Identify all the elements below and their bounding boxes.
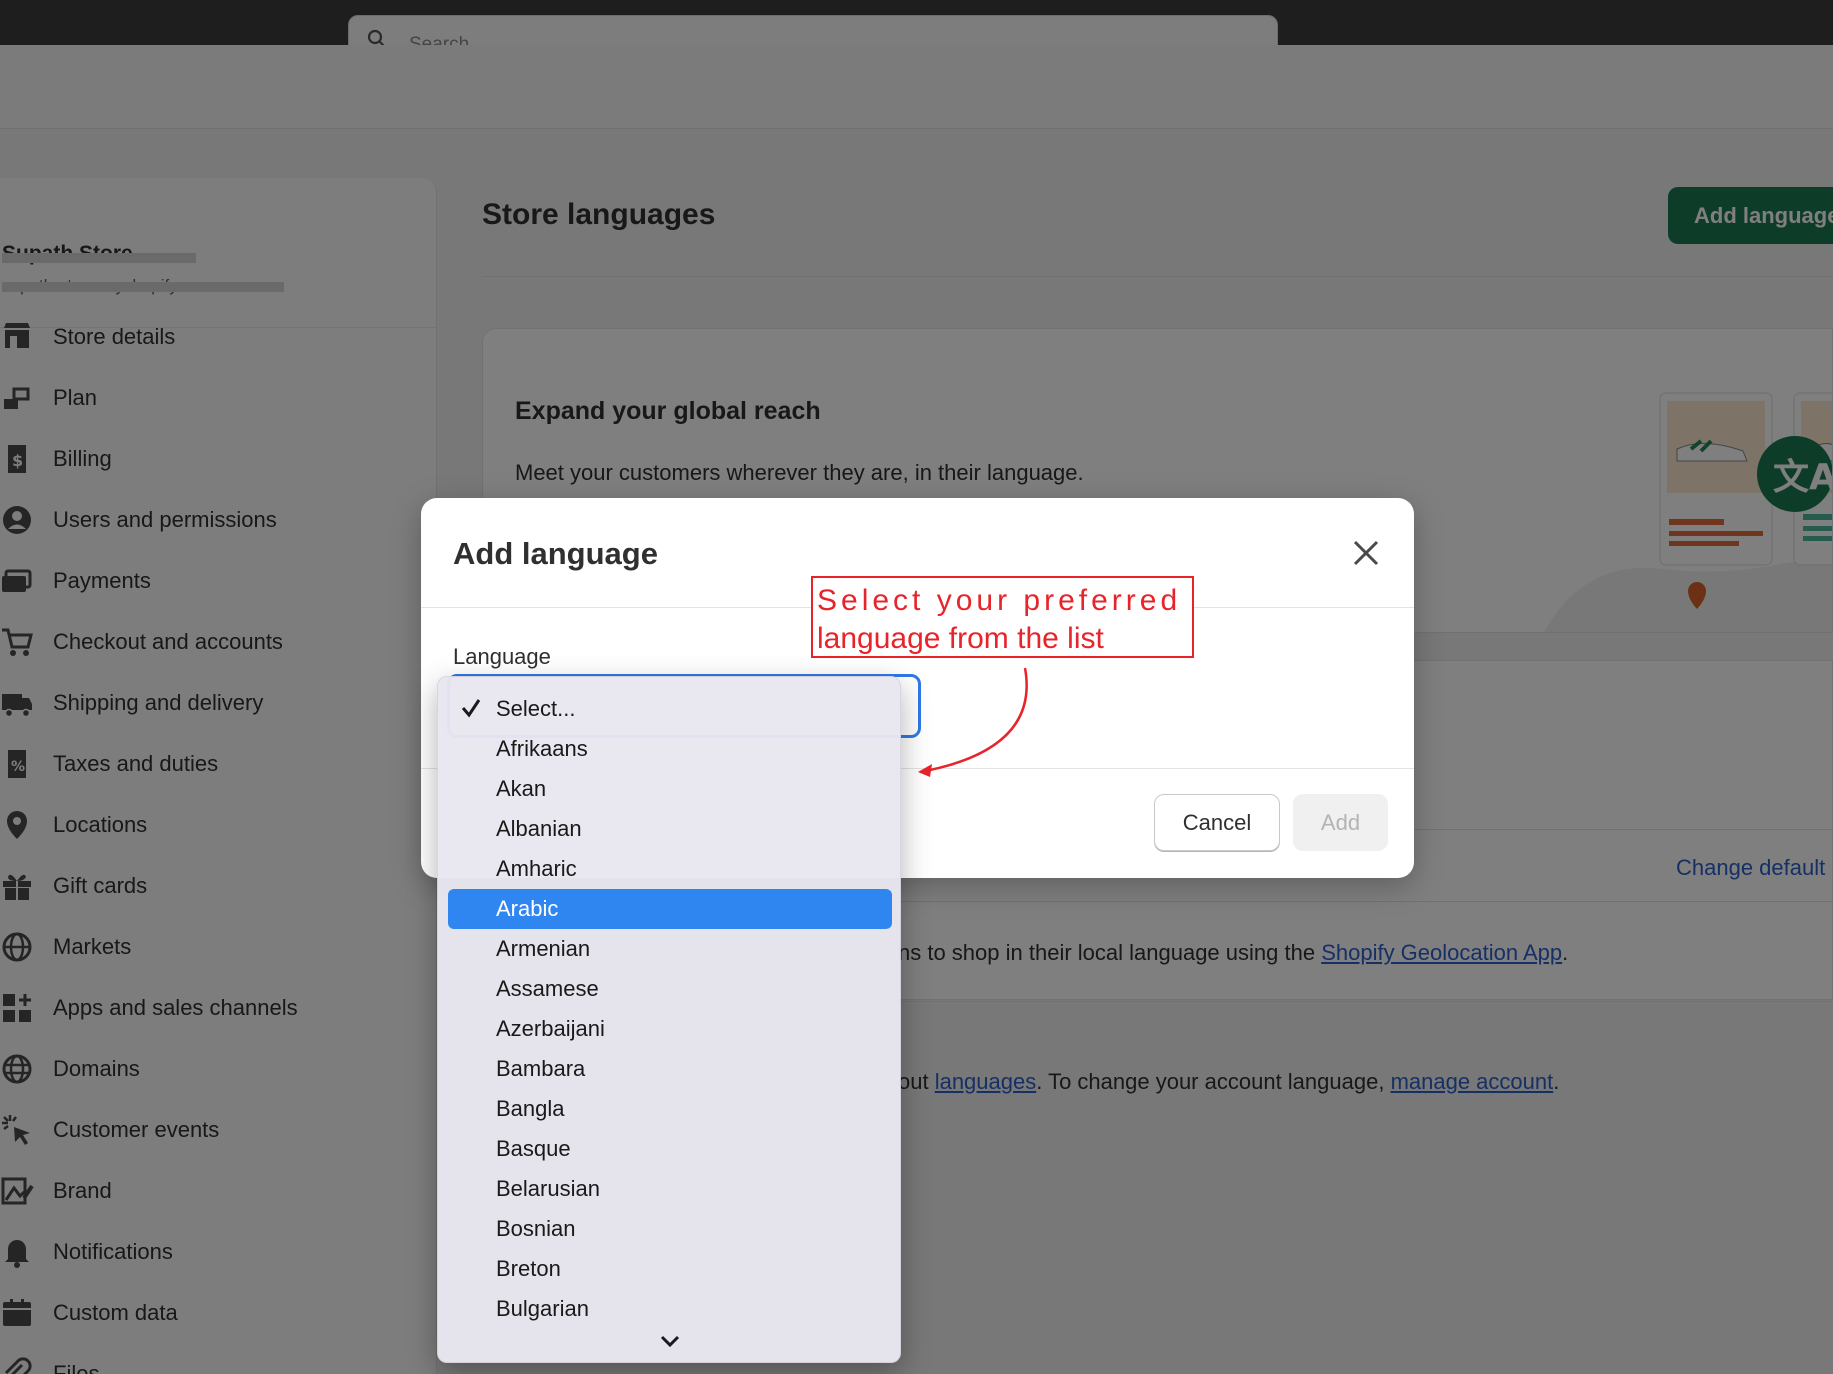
annotation-callout: Select your preferred language from the … [811, 576, 1194, 658]
language-field-label: Language [453, 644, 551, 669]
chevron-down-icon[interactable] [656, 1331, 684, 1351]
dropdown-option[interactable]: Bosnian [448, 1209, 892, 1249]
dropdown-option[interactable]: Amharic [448, 849, 892, 889]
cancel-button[interactable]: Cancel [1154, 794, 1280, 851]
dropdown-option[interactable]: Select... [448, 689, 892, 729]
dropdown-option[interactable]: Assamese [448, 969, 892, 1009]
dropdown-option[interactable]: Akan [448, 769, 892, 809]
dropdown-option[interactable]: Albanian [448, 809, 892, 849]
close-icon[interactable] [1347, 534, 1385, 572]
annotation-line-1: Select your preferred [817, 584, 1182, 617]
dropdown-option[interactable]: Breton [448, 1249, 892, 1289]
dropdown-option[interactable]: Bulgarian [448, 1289, 892, 1329]
modal-title: Add language [453, 536, 658, 571]
dropdown-option[interactable]: Armenian [448, 929, 892, 969]
dropdown-option[interactable]: Bangla [448, 1089, 892, 1129]
language-dropdown-list: Select... Afrikaans Akan Albanian Amharic Ara… [437, 676, 901, 1363]
dropdown-option[interactable]: Afrikaans [448, 729, 892, 769]
annotation-arrow [918, 667, 1028, 777]
add-button[interactable]: Add [1293, 794, 1388, 851]
dropdown-option[interactable]: Belarusian [448, 1169, 892, 1209]
dropdown-option[interactable]: Azerbaijani [448, 1009, 892, 1049]
checkmark-icon [461, 699, 481, 718]
dropdown-option[interactable]: Arabic [448, 889, 892, 929]
dropdown-option[interactable]: Basque [448, 1129, 892, 1169]
dropdown-option[interactable]: Bambara [448, 1049, 892, 1089]
annotation-line-2: language from the list [817, 622, 1104, 655]
